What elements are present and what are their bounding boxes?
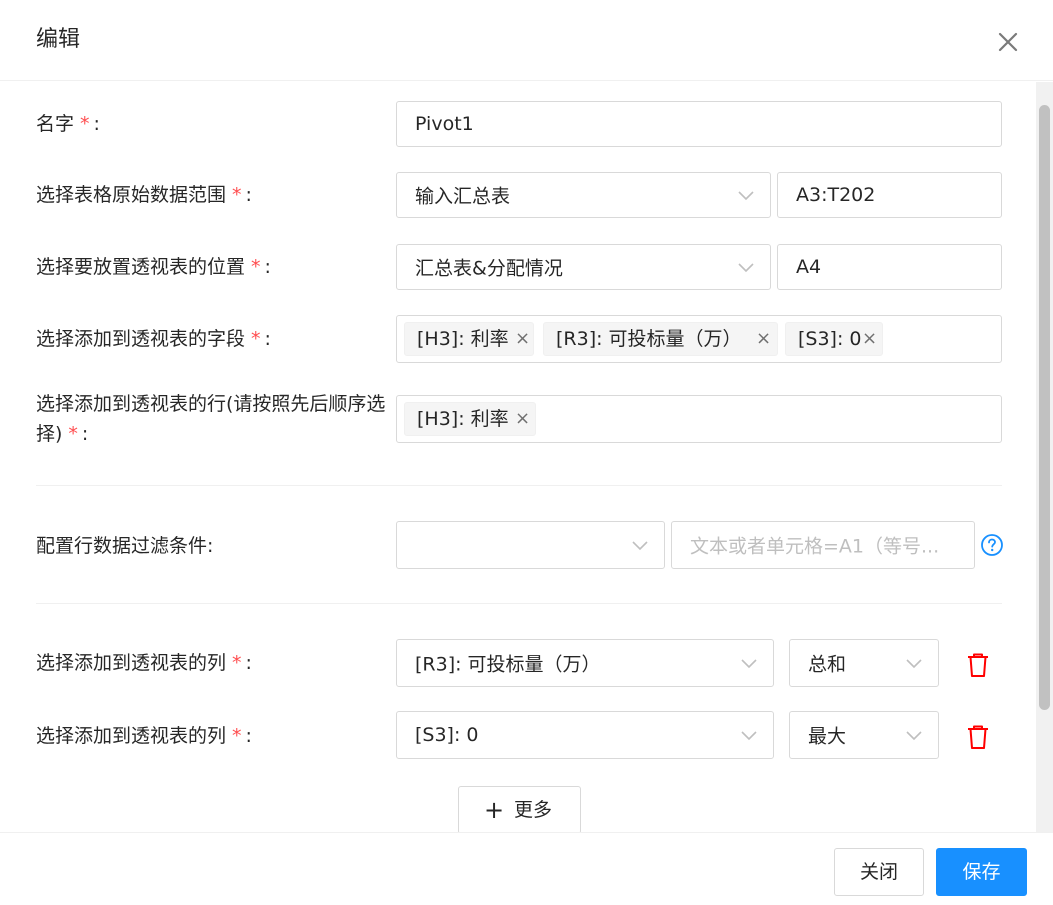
close-icon[interactable]: × <box>515 323 530 355</box>
divider <box>36 603 1002 604</box>
source-sheet-select[interactable]: 输入汇总表 <box>396 172 771 218</box>
trash-icon[interactable] <box>966 724 990 750</box>
column-aggregate-select[interactable]: 总和 <box>789 639 939 687</box>
question-circle-icon[interactable] <box>980 533 1004 557</box>
field-tag: [H3]: 利率 × <box>404 322 534 356</box>
rows-multiselect[interactable]: [H3]: 利率 × <box>396 395 1002 443</box>
edit-modal: 编辑 名字 *: Pivot1 选择表格原始数据范围 *: 输入汇总表 A3:T20… <box>0 0 1053 905</box>
modal-header: 编辑 <box>0 0 1053 81</box>
column-label: 选择添加到透视表的列 *: <box>36 652 252 674</box>
divider <box>36 485 1002 486</box>
close-icon[interactable]: × <box>756 323 771 355</box>
add-more-button[interactable]: + 更多 <box>458 786 581 834</box>
scrollbar-thumb[interactable] <box>1039 105 1050 710</box>
target-position-label: 选择要放置透视表的位置 *: <box>36 256 271 278</box>
fields-label: 选择添加到透视表的字段 *: <box>36 328 271 350</box>
chevron-down-icon <box>906 731 922 741</box>
column-field-select[interactable]: [R3]: 可投标量（万） <box>396 639 774 687</box>
chevron-down-icon <box>738 191 754 201</box>
trash-icon[interactable] <box>966 652 990 678</box>
close-button[interactable]: 关闭 <box>834 848 924 896</box>
chevron-down-icon <box>738 263 754 273</box>
field-tag: [S3]: 0 × <box>785 322 883 356</box>
close-icon[interactable] <box>990 24 1026 60</box>
field-tag: [R3]: 可投标量（万） × <box>543 322 778 356</box>
filter-condition-input[interactable]: 文本或者单元格=A1（等号... <box>671 521 975 569</box>
target-sheet-select[interactable]: 汇总表&分配情况 <box>396 244 771 290</box>
plus-icon: + <box>484 796 505 824</box>
source-range-input[interactable]: A3:T202 <box>777 172 1002 218</box>
modal-title: 编辑 <box>36 27 81 52</box>
chevron-down-icon <box>906 659 922 669</box>
name-label: 名字 *: <box>36 113 100 135</box>
column-label: 选择添加到透视表的列 *: <box>36 725 252 747</box>
close-icon[interactable]: × <box>862 323 877 355</box>
target-cell-input[interactable]: A4 <box>777 244 1002 290</box>
name-input[interactable]: Pivot1 <box>396 101 1002 147</box>
rows-label: 选择添加到透视表的行(请按照先后顺序选择) *: <box>36 393 386 445</box>
column-field-select[interactable]: [S3]: 0 <box>396 711 774 759</box>
fields-multiselect[interactable]: [H3]: 利率 × [R3]: 可投标量（万） × [S3]: 0 × <box>396 315 1002 363</box>
chevron-down-icon <box>741 731 757 741</box>
column-aggregate-select[interactable]: 最大 <box>789 711 939 759</box>
chevron-down-icon <box>741 659 757 669</box>
source-range-label: 选择表格原始数据范围 *: <box>36 184 252 206</box>
chevron-down-icon <box>632 541 648 551</box>
filter-label: 配置行数据过滤条件: <box>36 535 214 557</box>
save-button[interactable]: 保存 <box>936 848 1027 896</box>
row-tag: [H3]: 利率 × <box>404 402 536 436</box>
filter-field-select[interactable] <box>396 521 665 569</box>
close-icon[interactable]: × <box>515 403 530 435</box>
